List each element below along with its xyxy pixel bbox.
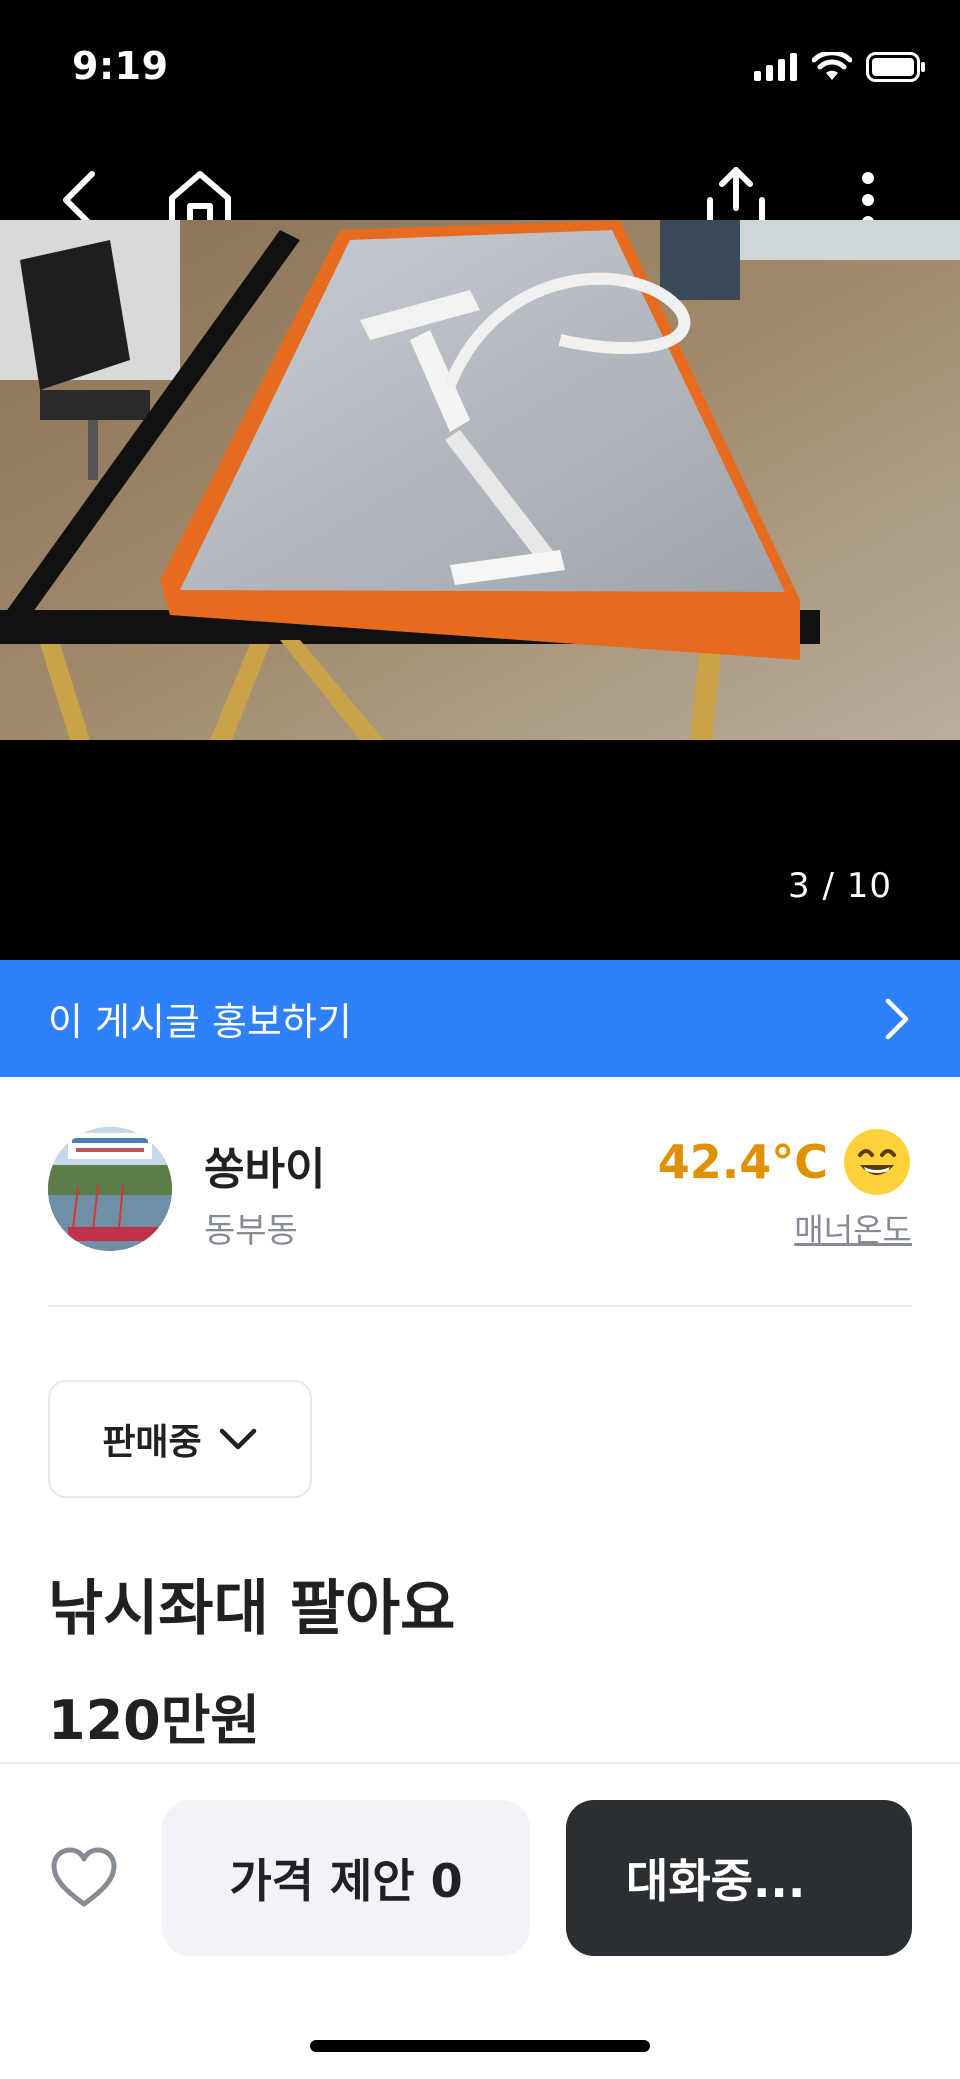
product-image <box>0 220 960 740</box>
promote-post-banner[interactable]: 이 게시글 홍보하기 <box>0 960 960 1077</box>
seller-profile[interactable]: 쏭바이 동부동 42.4°C 매너온도 <box>48 1127 912 1251</box>
chat-button[interactable]: 대화중... <box>566 1800 912 1956</box>
promote-post-label: 이 게시글 홍보하기 <box>48 1000 352 1044</box>
seller-name: 쏭바이 <box>204 1144 326 1195</box>
price-offer-button[interactable]: 가격 제안 0 <box>162 1800 530 1956</box>
battery-icon <box>866 52 925 82</box>
temperature-value: 42.4°C <box>657 1135 828 1189</box>
divider <box>48 1305 912 1307</box>
status-bar: 9:19 <box>0 0 960 140</box>
sale-status-dropdown[interactable]: 판매중 <box>48 1380 312 1498</box>
cellular-signal-icon <box>754 53 797 81</box>
chevron-right-icon <box>885 998 909 1039</box>
seller-location: 동부동 <box>204 1211 298 1251</box>
manner-temperature: 42.4°C <box>658 1127 912 1197</box>
chevron-down-icon <box>219 1428 256 1450</box>
wifi-icon <box>812 52 852 80</box>
like-button[interactable] <box>48 1842 120 1914</box>
heart-icon <box>51 1847 117 1907</box>
listing-title: 낚시좌대 팔아요 <box>48 1574 456 1644</box>
home-indicator <box>310 2040 650 2052</box>
status-time: 9:19 <box>72 44 169 88</box>
product-photo[interactable] <box>0 220 960 740</box>
sale-status-label: 판매중 <box>102 1422 202 1463</box>
image-counter: 3 / 10 <box>788 866 892 906</box>
smiling-face-icon <box>844 1129 910 1195</box>
manner-temperature-link[interactable]: 매너온도 <box>794 1205 912 1251</box>
avatar-image <box>48 1127 172 1251</box>
status-icons <box>754 52 926 82</box>
listing-price: 120만원 <box>48 1689 261 1752</box>
avatar[interactable] <box>48 1127 172 1251</box>
